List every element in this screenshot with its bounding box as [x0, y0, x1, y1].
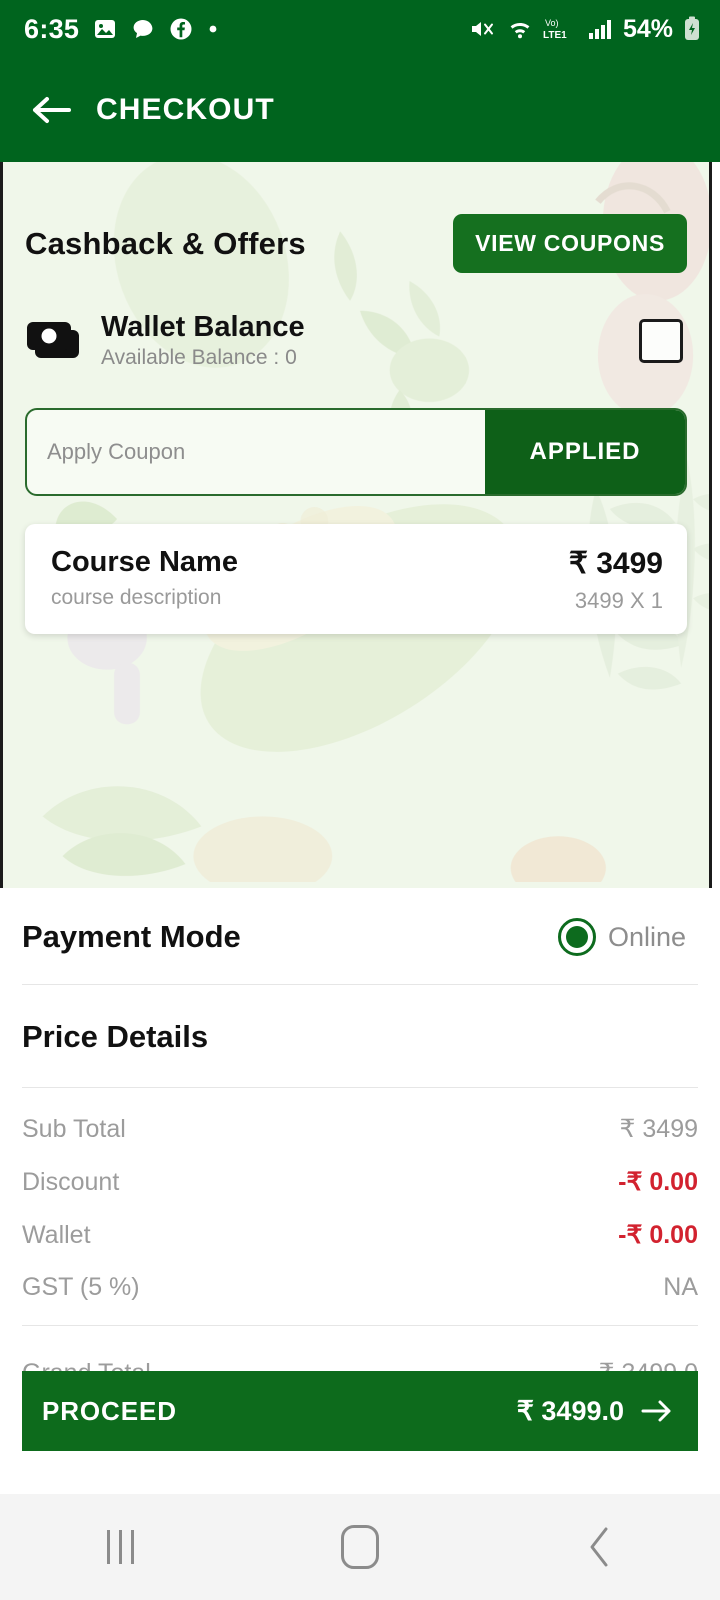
course-price: ₹ 3499	[568, 547, 663, 580]
wifi-icon	[506, 17, 534, 41]
volte-icon: Vo) LTE1	[543, 16, 579, 42]
price-row-value: -₹ 0.00	[618, 1221, 698, 1249]
course-item-card[interactable]: Course Name course description ₹ 3499 34…	[25, 524, 687, 634]
battery-percent-label: 54%	[622, 14, 673, 43]
course-price-block: ₹ 3499 3499 X 1	[569, 546, 663, 614]
back-icon[interactable]	[540, 1494, 660, 1600]
wallet-balance-label: Wallet Balance	[101, 311, 305, 343]
table-row: Sub Total ₹ 3499	[22, 1114, 698, 1144]
divider-above-grand-total	[22, 1325, 698, 1326]
payment-mode-row: Payment Mode Online	[0, 888, 720, 984]
arrow-right-icon	[640, 1398, 674, 1424]
payment-option-label: Online	[607, 921, 686, 952]
price-row-label: Wallet	[22, 1221, 91, 1249]
price-row-value: -₹ 0.00	[618, 1168, 698, 1196]
facebook-icon	[169, 17, 193, 41]
apply-coupon-button[interactable]: APPLIED	[485, 410, 685, 494]
cashback-offers-row: Cashback & Offers VIEW COUPONS	[25, 214, 687, 273]
table-row: Discount -₹ 0.00	[22, 1167, 698, 1197]
price-row-value: NA	[663, 1273, 698, 1301]
dot-icon	[207, 23, 219, 35]
wallet-balance-row[interactable]: Wallet Balance Available Balance : 0	[25, 311, 687, 370]
course-text-block: Course Name course description	[51, 546, 238, 610]
mute-icon	[469, 17, 497, 41]
wallet-text-block: Wallet Balance Available Balance : 0	[101, 311, 305, 370]
course-description: course description	[51, 586, 222, 609]
coupon-field-group: APPLIED	[25, 408, 687, 496]
table-row: Wallet -₹ 0.00	[22, 1220, 698, 1250]
radio-online-icon[interactable]	[557, 918, 596, 956]
status-bar-right: Vo) LTE1 54%	[469, 15, 702, 44]
cashback-offers-title: Cashback & Offers	[25, 225, 306, 261]
offers-panel: Cashback & Offers VIEW COUPONS Wallet Ba…	[0, 162, 712, 888]
status-bar: 6:35 Vo) LTE1 54%	[0, 0, 720, 58]
view-coupons-button[interactable]: VIEW COUPONS	[453, 214, 687, 273]
gallery-icon	[93, 17, 117, 41]
chat-bubble-icon	[131, 17, 155, 41]
checkout-screen: 6:35 Vo) LTE1 54% CHECKOUT Cashback & Of…	[0, 0, 720, 1600]
back-arrow-icon[interactable]	[32, 95, 74, 125]
course-quantity: 3499 X 1	[574, 588, 663, 613]
app-bar: CHECKOUT	[0, 58, 720, 162]
proceed-label: PROCEED	[42, 1395, 177, 1426]
signal-bars-icon	[588, 17, 614, 41]
proceed-right-group: ₹ 3499.0	[517, 1396, 674, 1427]
wallet-info: Wallet Balance Available Balance : 0	[25, 311, 305, 370]
coupon-input[interactable]	[27, 410, 485, 494]
proceed-button[interactable]: PROCEED ₹ 3499.0	[22, 1371, 698, 1451]
home-icon[interactable]	[300, 1494, 420, 1600]
checkout-summary-section: Payment Mode Online Price Details Sub To…	[0, 888, 720, 1411]
price-row-label: GST (5 %)	[22, 1273, 140, 1301]
page-title: CHECKOUT	[96, 93, 275, 126]
status-bar-left: 6:35	[24, 14, 219, 45]
svg-text:Vo): Vo)	[545, 18, 559, 28]
price-row-value: ₹ 3499	[619, 1115, 698, 1143]
payment-option-online[interactable]: Online	[557, 918, 686, 956]
recents-icon[interactable]	[60, 1494, 180, 1600]
price-row-label: Discount	[22, 1168, 120, 1196]
table-row: GST (5 %) NA	[22, 1273, 698, 1302]
price-row-label: Sub Total	[22, 1115, 126, 1143]
svg-text:LTE1: LTE1	[543, 30, 567, 41]
android-nav-bar	[0, 1494, 720, 1600]
payment-mode-title: Payment Mode	[22, 919, 241, 954]
course-name: Course Name	[51, 546, 238, 578]
proceed-amount: ₹ 3499.0	[516, 1395, 624, 1426]
wallet-available-label: Available Balance : 0	[101, 346, 297, 369]
battery-charging-icon	[682, 16, 702, 42]
price-rows: Sub Total ₹ 3499 Discount -₹ 0.00 Wallet…	[0, 1088, 720, 1302]
price-details-title: Price Details	[22, 1019, 209, 1054]
status-time: 6:35	[24, 13, 80, 44]
wallet-checkbox[interactable]	[639, 318, 683, 363]
money-stack-icon	[25, 318, 81, 364]
